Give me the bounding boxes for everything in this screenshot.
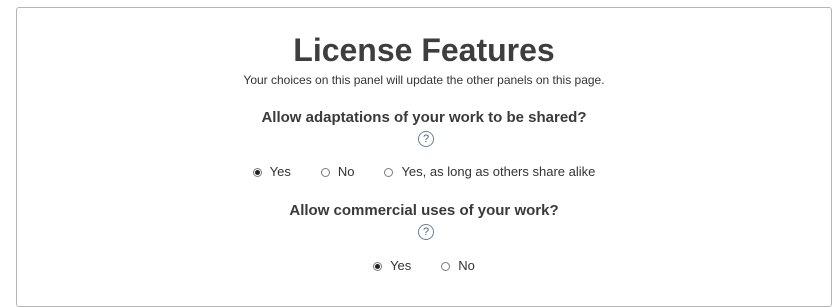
adaptations-yes-radio[interactable] bbox=[252, 167, 262, 177]
adaptations-question: Allow adaptations of your work to be sha… bbox=[261, 109, 587, 126]
commercial-no-label: No bbox=[458, 258, 475, 273]
adaptations-option-yes[interactable]: Yes bbox=[252, 164, 291, 180]
commercial-yes-label: Yes bbox=[390, 258, 412, 273]
commercial-yes-radio[interactable] bbox=[373, 261, 383, 271]
adaptations-share-alike-label: Yes, as long as others share alike bbox=[401, 164, 596, 179]
adaptations-no-radio[interactable] bbox=[320, 167, 330, 177]
adaptations-yes-label: Yes bbox=[269, 164, 291, 179]
commercial-option-yes[interactable]: Yes bbox=[373, 258, 411, 274]
commercial-question: Allow commercial uses of your work? bbox=[289, 202, 559, 219]
adaptations-no-label: No bbox=[337, 164, 355, 179]
commercial-options: Yes No bbox=[17, 258, 831, 274]
adaptations-options: Yes No Yes, as long as others share alik… bbox=[17, 164, 831, 180]
license-features-panel: License Features Your choices on this pa… bbox=[16, 7, 832, 307]
adaptations-option-share-alike[interactable]: Yes, as long as others share alike bbox=[384, 164, 595, 180]
adaptations-option-no[interactable]: No bbox=[320, 164, 355, 180]
adaptations-help-icon[interactable]: ? bbox=[418, 131, 434, 147]
commercial-option-no[interactable]: No bbox=[441, 258, 475, 274]
panel-subtitle: Your choices on this panel will update t… bbox=[243, 73, 605, 87]
adaptations-share-alike-radio[interactable] bbox=[384, 167, 394, 177]
commercial-no-radio[interactable] bbox=[441, 261, 451, 271]
panel-title: License Features bbox=[293, 32, 555, 68]
commercial-help-icon[interactable]: ? bbox=[418, 224, 434, 240]
